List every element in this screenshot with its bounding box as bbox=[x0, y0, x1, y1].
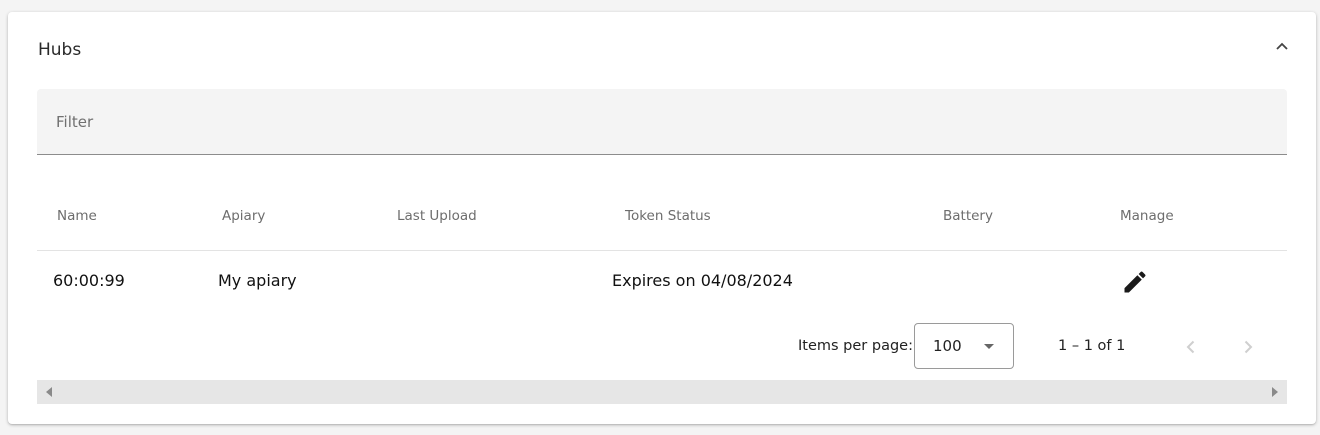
horizontal-scrollbar[interactable] bbox=[37, 380, 1287, 404]
table-header-row: Name Apiary Last Upload Token Status Bat… bbox=[37, 188, 1287, 251]
hub-apiary-cell: My apiary bbox=[218, 271, 297, 290]
chevron-right-icon bbox=[1244, 340, 1253, 354]
panel-title: Hubs bbox=[38, 40, 82, 60]
items-per-page-select[interactable]: 100 bbox=[914, 323, 1014, 369]
column-header-battery[interactable]: Battery bbox=[943, 208, 993, 224]
column-header-token-status[interactable]: Token Status bbox=[625, 208, 711, 224]
table-row: 60:00:99 My apiary Expires on 04/08/2024 bbox=[37, 251, 1287, 309]
hubs-panel: Hubs Name Apiary Last Upload Token Statu… bbox=[8, 12, 1316, 424]
page-range-label: 1 – 1 of 1 bbox=[1058, 338, 1126, 354]
column-header-last-upload[interactable]: Last Upload bbox=[397, 208, 477, 224]
previous-page-button[interactable] bbox=[1177, 333, 1205, 361]
hub-token-status-cell: Expires on 04/08/2024 bbox=[612, 271, 793, 290]
collapse-button[interactable] bbox=[1272, 36, 1292, 56]
items-per-page-label: Items per page: bbox=[798, 338, 913, 354]
scroll-left-arrow-icon[interactable] bbox=[46, 387, 52, 397]
chevron-left-icon bbox=[1186, 340, 1195, 354]
chevron-up-icon bbox=[1276, 42, 1288, 50]
column-header-name[interactable]: Name bbox=[57, 208, 97, 224]
paginator: Items per page: 100 1 – 1 of 1 bbox=[37, 323, 1287, 371]
edit-hub-button[interactable] bbox=[1121, 268, 1149, 296]
dropdown-caret-icon bbox=[984, 344, 994, 349]
filter-field[interactable] bbox=[37, 89, 1287, 155]
column-header-apiary[interactable]: Apiary bbox=[222, 208, 265, 224]
items-per-page-value: 100 bbox=[933, 337, 962, 355]
pencil-icon bbox=[1124, 271, 1146, 293]
column-header-manage: Manage bbox=[1120, 208, 1174, 224]
next-page-button[interactable] bbox=[1234, 333, 1262, 361]
hub-name-cell: 60:00:99 bbox=[53, 271, 125, 290]
filter-input[interactable] bbox=[37, 89, 1287, 154]
scroll-right-arrow-icon[interactable] bbox=[1272, 387, 1278, 397]
